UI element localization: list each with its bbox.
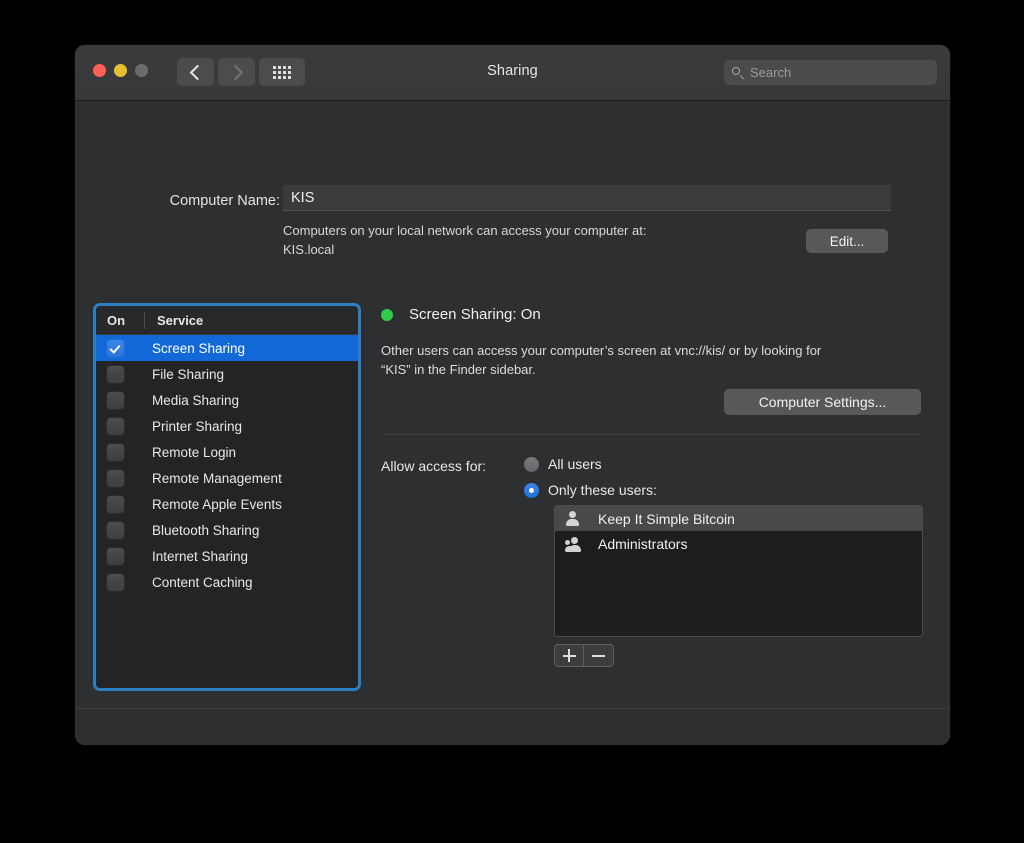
sharing-preferences-window: Sharing Search Computer Name: Computers … xyxy=(75,45,950,745)
minus-icon xyxy=(592,649,605,662)
service-row-label: Bluetooth Sharing xyxy=(152,522,260,538)
radio-all-users[interactable]: All users xyxy=(524,456,602,472)
computer-settings-button[interactable]: Computer Settings... xyxy=(724,389,921,415)
radio-only-these-users-label: Only these users: xyxy=(548,482,657,498)
plus-icon xyxy=(562,649,576,662)
service-row[interactable]: Remote Login xyxy=(96,439,358,465)
window-body: Computer Name: Computers on your local n… xyxy=(75,101,950,745)
services-list-rows: Screen Sharing File Sharing Media Sharing P… xyxy=(96,335,358,688)
single-user-icon xyxy=(565,510,585,527)
service-status-title: Screen Sharing: On xyxy=(409,306,541,323)
service-row-label: Content Caching xyxy=(152,574,253,590)
window-titlebar: Sharing Search xyxy=(75,45,950,101)
service-row[interactable]: Remote Apple Events xyxy=(96,491,358,517)
checkbox-icon[interactable] xyxy=(107,391,124,409)
service-row-label: Internet Sharing xyxy=(152,548,249,564)
radio-only-these-users[interactable]: Only these users: xyxy=(524,482,657,498)
user-list-item-label: Administrators xyxy=(598,535,688,552)
detail-pane-divider xyxy=(381,434,921,435)
checkbox-icon[interactable] xyxy=(107,495,124,513)
service-row[interactable]: Bluetooth Sharing xyxy=(96,517,358,543)
service-status-description: Other users can access your computer’s s… xyxy=(381,341,921,379)
user-list-item[interactable]: Administrators xyxy=(555,531,922,556)
search-placeholder: Search xyxy=(750,65,792,80)
service-row[interactable]: File Sharing xyxy=(96,361,358,387)
search-field[interactable]: Search xyxy=(724,60,937,85)
allowed-users-list[interactable]: Keep It Simple Bitcoin Administrators xyxy=(554,505,923,637)
search-icon xyxy=(732,66,744,79)
footer-divider xyxy=(75,708,950,709)
checkbox-icon[interactable] xyxy=(107,573,124,591)
computer-name-description: Computers on your local network can acce… xyxy=(283,221,803,259)
computer-name-label: Computer Name: xyxy=(169,193,280,209)
service-row[interactable]: Internet Sharing xyxy=(96,543,358,569)
checkbox-icon[interactable] xyxy=(107,365,124,383)
radio-button-selected-icon xyxy=(524,482,539,498)
service-row-label: Printer Sharing xyxy=(152,418,243,434)
service-row[interactable]: Media Sharing xyxy=(96,387,358,413)
column-header-on: On xyxy=(107,312,126,328)
service-row[interactable]: Content Caching xyxy=(96,569,358,595)
service-row-label: File Sharing xyxy=(152,366,225,382)
column-header-service: Service xyxy=(157,312,204,328)
checkbox-icon[interactable] xyxy=(107,443,124,461)
add-user-button[interactable] xyxy=(554,644,584,667)
user-list-item-label: Keep It Simple Bitcoin xyxy=(598,510,735,527)
service-row-label: Media Sharing xyxy=(152,392,240,408)
service-row[interactable]: Remote Management xyxy=(96,465,358,491)
checkbox-icon[interactable] xyxy=(107,469,124,487)
user-list-item[interactable]: Keep It Simple Bitcoin xyxy=(555,506,922,531)
service-row[interactable]: Screen Sharing xyxy=(96,335,358,361)
checkbox-checked-icon[interactable] xyxy=(107,339,124,357)
radio-button-icon xyxy=(524,456,539,472)
screen-canvas: Sharing Search Computer Name: Computers … xyxy=(0,0,1024,843)
service-row-label: Remote Login xyxy=(152,444,237,460)
checkbox-icon[interactable] xyxy=(107,521,124,539)
service-row[interactable]: Printer Sharing xyxy=(96,413,358,439)
services-list[interactable]: On Service Screen Sharing File Sharing Med… xyxy=(96,306,358,688)
description-line-2: KIS.local xyxy=(283,242,335,257)
radio-all-users-label: All users xyxy=(548,456,602,472)
services-list-header: On Service xyxy=(96,306,358,335)
user-list-buttons xyxy=(554,644,614,667)
checkbox-icon[interactable] xyxy=(107,547,124,565)
computer-name-input[interactable] xyxy=(283,185,891,211)
allow-access-label: Allow access for: xyxy=(381,458,487,474)
status-indicator-icon xyxy=(381,308,393,321)
checkbox-icon[interactable] xyxy=(107,417,124,435)
edit-button[interactable]: Edit... xyxy=(806,229,888,253)
service-row-label: Remote Apple Events xyxy=(152,496,282,512)
description-line-1: Computers on your local network can acce… xyxy=(283,223,647,238)
service-row-label: Remote Management xyxy=(152,470,282,486)
service-status-row: Screen Sharing: On xyxy=(381,306,541,323)
remove-user-button[interactable] xyxy=(584,644,614,667)
status-description-line-1: Other users can access your computer’s s… xyxy=(381,343,822,358)
group-user-icon xyxy=(565,535,585,552)
status-description-line-2: “KIS” in the Finder sidebar. xyxy=(381,362,536,377)
service-row-label: Screen Sharing xyxy=(152,340,246,356)
